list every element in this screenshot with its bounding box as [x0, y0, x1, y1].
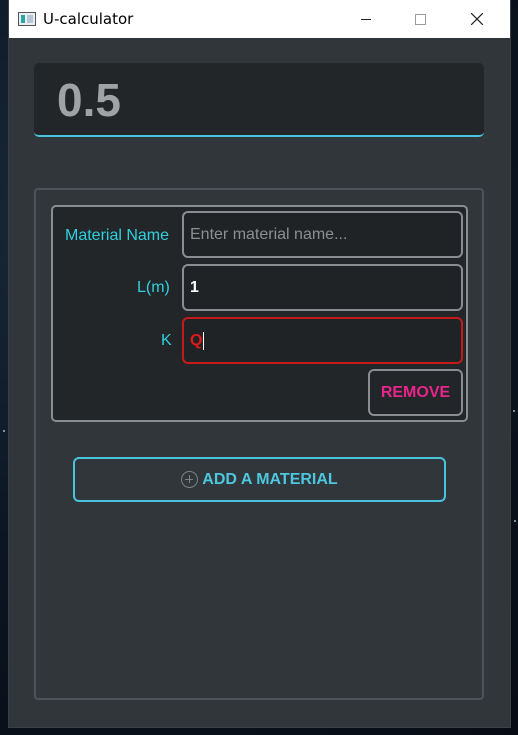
app-icon — [18, 12, 36, 26]
conductivity-input[interactable]: Q — [182, 317, 463, 364]
close-button[interactable] — [454, 0, 500, 38]
minimize-icon — [361, 18, 371, 20]
add-material-button[interactable]: ADD A MATERIAL — [73, 457, 446, 502]
material-card: Material Name Enter material name... L(m… — [51, 205, 468, 422]
result-value: 0.5 — [57, 74, 121, 126]
minimize-button[interactable] — [343, 0, 389, 38]
add-material-label: ADD A MATERIAL — [202, 470, 338, 488]
window-title: U-calculator — [43, 10, 134, 28]
title-bar[interactable]: U-calculator — [9, 0, 510, 38]
app-window: U-calculator 0.5 Material Name Enter mat… — [9, 0, 510, 727]
conductivity-value: Q — [190, 331, 203, 349]
material-name-label: Material Name — [65, 227, 170, 244]
material-name-input[interactable]: Enter material name... — [182, 211, 463, 258]
materials-panel: Material Name Enter material name... L(m… — [34, 188, 484, 700]
plus-circle-icon — [181, 471, 199, 488]
maximize-button[interactable] — [397, 0, 443, 38]
background-star — [513, 410, 515, 412]
conductivity-label: K — [161, 332, 172, 349]
background-star — [3, 430, 5, 432]
length-value: 1 — [190, 278, 199, 296]
length-input[interactable]: 1 — [182, 264, 463, 311]
remove-button[interactable]: REMOVE — [368, 369, 463, 416]
material-name-placeholder: Enter material name... — [190, 225, 348, 243]
text-caret — [203, 331, 205, 350]
result-display: 0.5 — [34, 63, 484, 137]
close-icon — [471, 13, 483, 25]
background-star — [514, 520, 516, 522]
maximize-icon — [414, 13, 426, 25]
length-label: L(m) — [137, 279, 170, 296]
